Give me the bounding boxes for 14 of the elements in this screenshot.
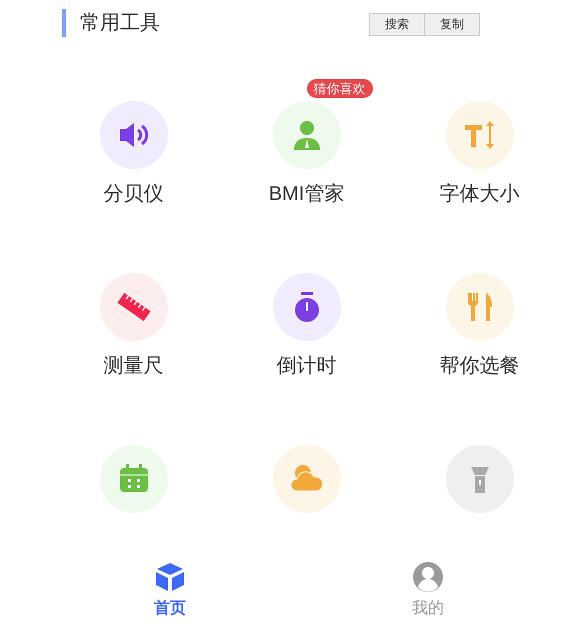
- cube-icon[interactable]: [154, 561, 186, 593]
- tab-bar-item[interactable]: 首页: [154, 561, 186, 621]
- tool-label: 测量尺: [104, 354, 164, 379]
- tool-label: 分贝仪: [104, 182, 164, 207]
- accent-bar: [62, 8, 66, 36]
- tool-label: BMI管家: [268, 182, 344, 207]
- tool-label: 字体大小: [440, 182, 520, 207]
- toolbar-button[interactable]: 复制: [424, 12, 480, 36]
- user-icon[interactable]: [412, 561, 444, 593]
- tool-label: 倒计时: [276, 354, 336, 379]
- tool-label: 帮你选餐: [440, 354, 520, 379]
- section-title: 常用工具: [80, 10, 160, 36]
- toolbar-button[interactable]: 搜索: [369, 12, 425, 36]
- recommend-badge: 猜你喜欢: [306, 79, 372, 98]
